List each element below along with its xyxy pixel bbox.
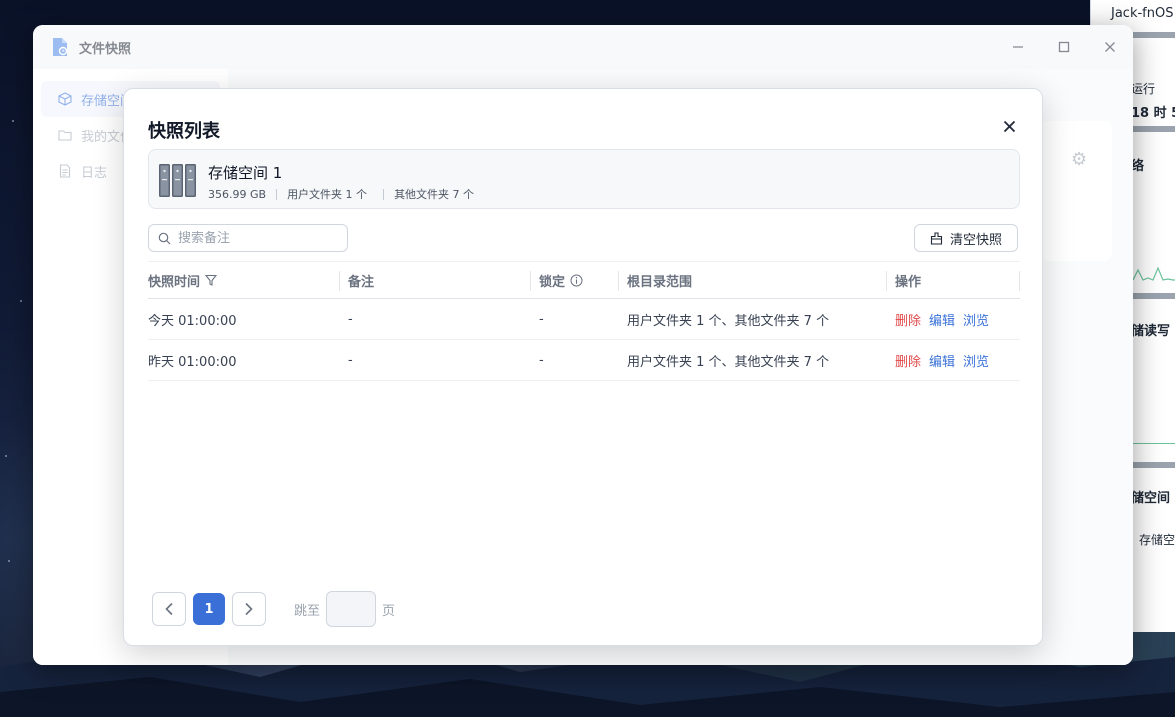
column-snapshot-time[interactable]: 快照时间 (148, 262, 340, 298)
divider (1133, 126, 1175, 132)
table-row: 昨天 01:00:00 - - 用户文件夹 1 个、其他文件夹 7 个 删除 编… (148, 340, 1020, 381)
jump-suffix-label: 页 (382, 603, 396, 619)
clear-snapshots-button[interactable]: 清空快照 (914, 224, 1018, 252)
table-row: 今天 01:00:00 - - 用户文件夹 1 个、其他文件夹 7 个 删除 编… (148, 299, 1020, 340)
clear-snapshots-label: 清空快照 (949, 232, 1002, 248)
browse-link[interactable]: 浏览 (963, 310, 989, 329)
snapshot-time-cell: 今天 01:00:00 (148, 313, 237, 329)
chevron-left-icon (165, 602, 173, 616)
actions-cell: 删除 编辑 浏览 (887, 299, 1020, 339)
volume-size: 356.99 GB (208, 187, 267, 201)
volume-meta: 356.99 GB 用户文件夹 1 个 其他文件夹 7 个 (208, 186, 474, 202)
clear-icon (930, 231, 943, 245)
search-icon (158, 232, 171, 244)
hostname-label: Jack-fnOS (1111, 6, 1174, 21)
table-header: 快照时间 备注 锁定 根目录范围 操作 (148, 261, 1020, 299)
delete-link[interactable]: 删除 (895, 310, 921, 329)
disk-io-graph (1133, 443, 1175, 444)
actions-cell: 删除 编辑 浏览 (887, 340, 1020, 380)
divider (276, 188, 278, 200)
info-icon[interactable] (570, 274, 583, 287)
next-page-button[interactable] (232, 592, 266, 626)
edit-link[interactable]: 编辑 (929, 351, 955, 370)
volume-name: 存储空间 1 (208, 164, 283, 182)
delete-link[interactable]: 删除 (895, 351, 921, 370)
filter-icon[interactable] (205, 274, 218, 286)
root-scope-cell: 用户文件夹 1 个、其他文件夹 7 个 (627, 354, 830, 370)
snapshot-list-dialog: 快照列表 存储空间 1 356.99 GB 用户文件夹 1 个 其他文件夹 7 … (123, 88, 1043, 646)
storage-item: 存储空 (1139, 533, 1175, 547)
column-label: 操作 (895, 274, 922, 290)
divider (1133, 32, 1175, 38)
column-root-scope: 根目录范围 (619, 262, 887, 298)
volume-info-card: 存储空间 1 356.99 GB 用户文件夹 1 个 其他文件夹 7 个 (148, 149, 1020, 209)
jump-to-page: 跳至 页 (294, 591, 395, 627)
other-folder-count: 其他文件夹 7 个 (394, 188, 475, 201)
lock-cell: - (539, 311, 544, 327)
column-note: 备注 (340, 262, 531, 298)
root-scope-cell: 用户文件夹 1 个、其他文件夹 7 个 (627, 313, 830, 329)
column-label: 快照时间 (148, 274, 201, 290)
column-label: 备注 (348, 274, 375, 290)
network-graph (1133, 266, 1175, 281)
edit-link[interactable]: 编辑 (929, 310, 955, 329)
snapshot-time-cell: 昨天 01:00:00 (148, 354, 237, 370)
column-lock: 锁定 (531, 262, 619, 298)
search-box[interactable] (148, 224, 348, 252)
column-actions: 操作 (887, 262, 1020, 298)
note-cell: - (348, 311, 353, 327)
server-rack-icon (159, 164, 196, 197)
divider (383, 188, 385, 200)
chevron-right-icon (245, 602, 253, 616)
previous-page-button[interactable] (152, 592, 186, 626)
disk-io-section-title: 储读写 (1131, 324, 1171, 339)
pagination: 1 跳至 页 (152, 591, 395, 627)
jump-prefix-label: 跳至 (294, 603, 321, 619)
jump-page-input[interactable] (326, 591, 377, 627)
column-label: 根目录范围 (627, 274, 693, 290)
close-icon (1003, 120, 1015, 132)
search-note-input[interactable] (178, 230, 338, 246)
dialog-title: 快照列表 (148, 121, 220, 142)
column-label: 锁定 (539, 274, 566, 290)
storage-section-title: 储空间 (1131, 491, 1171, 506)
status-text: 运行 (1131, 82, 1156, 96)
divider (1133, 462, 1175, 468)
lock-cell: - (539, 352, 544, 368)
divider (1133, 293, 1175, 299)
uptime-text: 18 时 51 (1131, 106, 1175, 121)
snapshot-table: 快照时间 备注 锁定 根目录范围 操作 今天 01:00:00 - - 用户文件… (148, 261, 1020, 381)
user-folder-count: 用户文件夹 1 个 (287, 188, 368, 201)
close-dialog-button[interactable] (998, 115, 1020, 137)
note-cell: - (348, 352, 353, 368)
browse-link[interactable]: 浏览 (963, 351, 989, 370)
page-button-current[interactable]: 1 (193, 593, 225, 625)
